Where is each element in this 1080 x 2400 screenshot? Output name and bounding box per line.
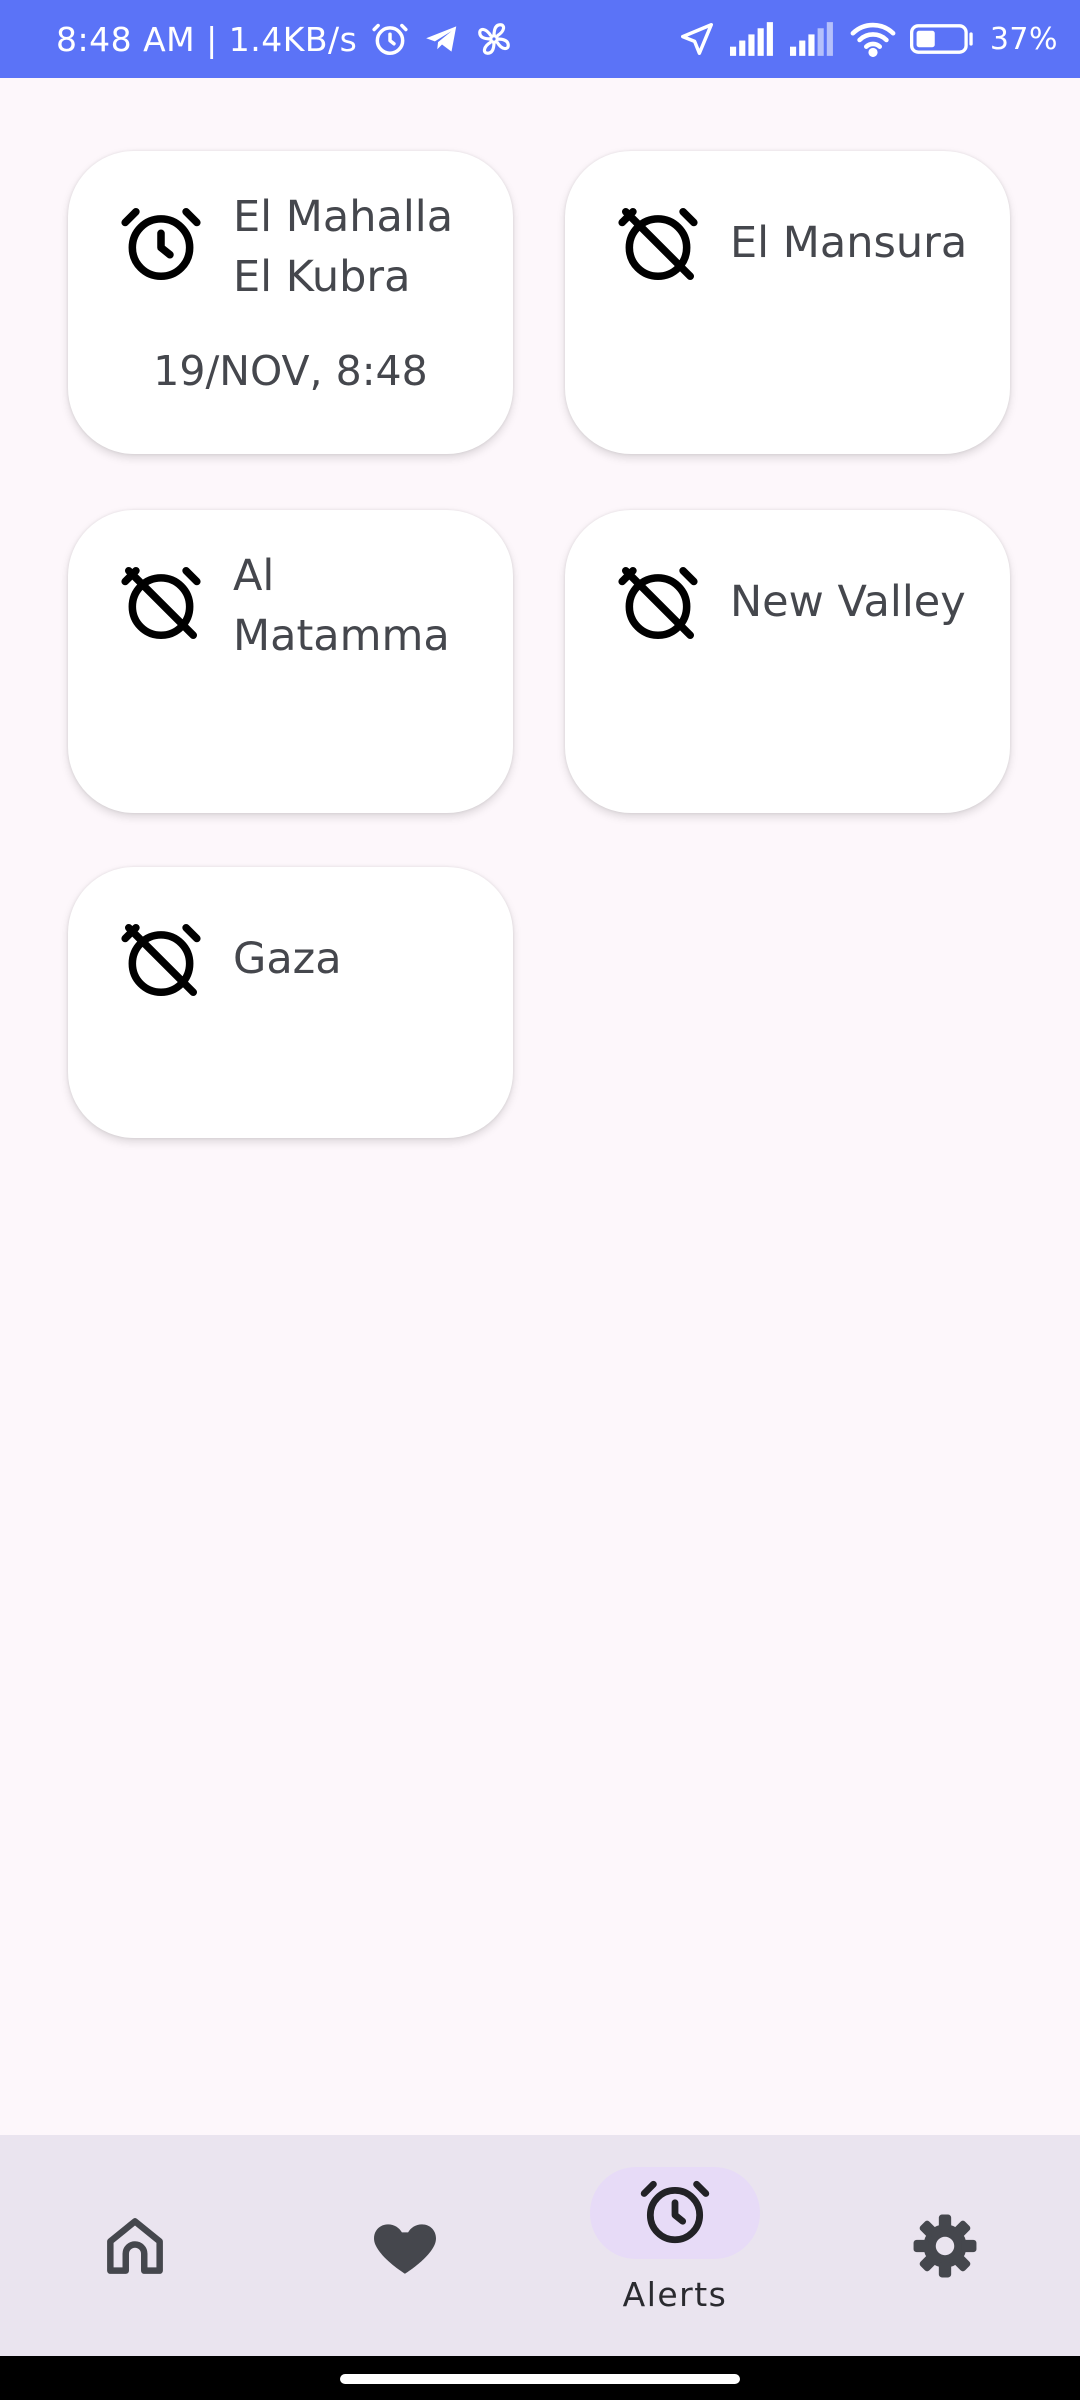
- nav-item-alerts[interactable]: Alerts: [540, 2135, 810, 2356]
- alert-card-title: El Mahalla El Kubra: [233, 187, 498, 307]
- alert-card-gaza[interactable]: Gaza: [68, 867, 513, 1138]
- wifi-icon: [850, 21, 896, 57]
- alarm-icon[interactable]: [118, 201, 204, 287]
- alarm-icon: [371, 20, 409, 58]
- alert-card-title-line: El Mahalla: [233, 192, 454, 242]
- location-arrow-icon: [678, 20, 716, 58]
- alert-card-el-mansura[interactable]: El Mansura: [565, 151, 1010, 454]
- alert-card-el-mahalla-el-kubra[interactable]: El Mahalla El Kubra 19/NOV, 8:48: [68, 151, 513, 454]
- bottom-navigation: Alerts: [0, 2135, 1080, 2356]
- gear-icon[interactable]: [908, 2209, 982, 2283]
- alert-card-title-line: El Kubra: [233, 252, 411, 302]
- nav-item-home[interactable]: [0, 2135, 270, 2356]
- alert-card-title: New Valley: [730, 577, 966, 627]
- alert-card-title-line: Al: [233, 551, 275, 601]
- alarm-off-icon[interactable]: [615, 201, 701, 287]
- alarm-off-icon[interactable]: [615, 560, 701, 646]
- alert-card-title-line: Matamma: [233, 611, 450, 661]
- alert-card-title: Gaza: [233, 934, 342, 984]
- heart-icon[interactable]: [368, 2209, 442, 2283]
- status-bar: 8:48 AM | 1.4KB/s 37%: [0, 0, 1080, 78]
- alert-card-new-valley[interactable]: New Valley: [565, 510, 1010, 813]
- nav-item-settings[interactable]: [810, 2135, 1080, 2356]
- status-left: 8:48 AM | 1.4KB/s: [56, 20, 513, 59]
- battery-percentage: 37%: [989, 21, 1058, 57]
- system-gesture-area: [0, 2356, 1080, 2400]
- alarm-icon[interactable]: [638, 2175, 712, 2249]
- telegram-icon: [423, 20, 461, 58]
- nav-label-alerts: Alerts: [622, 2275, 728, 2314]
- alert-card-title: El Mansura: [730, 218, 968, 268]
- gesture-handle[interactable]: [340, 2374, 740, 2384]
- alert-card-title: Al Matamma: [233, 546, 498, 666]
- signal-icon: [729, 22, 776, 56]
- status-right: 37%: [678, 20, 1058, 58]
- battery-icon: [909, 22, 976, 56]
- home-icon[interactable]: [98, 2209, 172, 2283]
- status-time-speed: 8:48 AM | 1.4KB/s: [56, 19, 358, 59]
- fan-icon: [475, 20, 513, 58]
- nav-item-favorites[interactable]: [270, 2135, 540, 2356]
- signal-icon: [789, 22, 836, 56]
- alarm-off-icon[interactable]: [118, 560, 204, 646]
- alert-card-time: 19/NOV, 8:48: [153, 347, 428, 395]
- alarm-off-icon[interactable]: [118, 917, 204, 1003]
- alert-card-al-matamma[interactable]: Al Matamma: [68, 510, 513, 813]
